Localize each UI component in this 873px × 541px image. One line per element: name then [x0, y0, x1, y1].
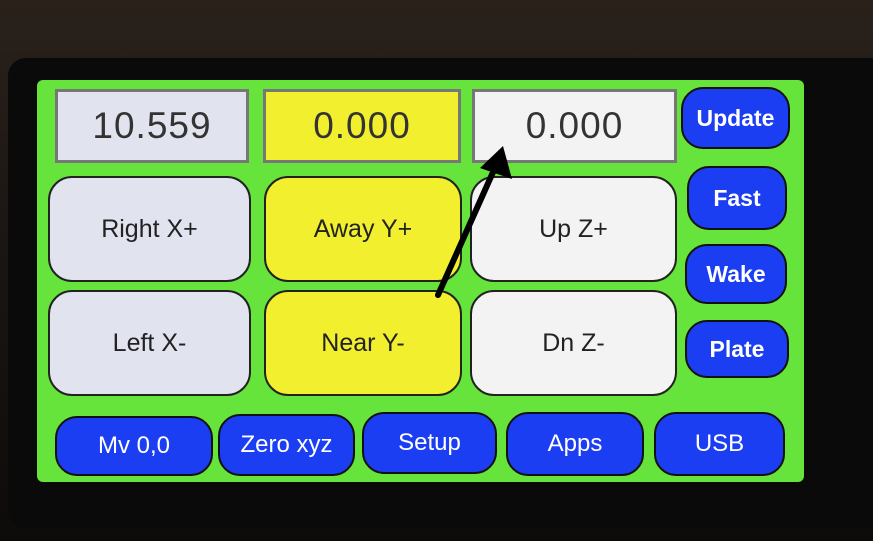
- jog-away-y-plus-button[interactable]: Away Y+: [264, 176, 462, 282]
- jog-up-z-plus-button[interactable]: Up Z+: [470, 176, 677, 282]
- jog-right-x-plus-button[interactable]: Right X+: [48, 176, 251, 282]
- jog-near-y-minus-button[interactable]: Near Y-: [264, 290, 462, 396]
- apps-button[interactable]: Apps: [506, 412, 644, 476]
- touch-screen: 10.559 0.000 0.000 Right X+ Away Y+ Up Z…: [37, 80, 804, 482]
- move-to-origin-button[interactable]: Mv 0,0: [55, 416, 213, 476]
- jog-left-x-minus-button[interactable]: Left X-: [48, 290, 251, 396]
- fast-button[interactable]: Fast: [687, 166, 787, 230]
- zero-xyz-button[interactable]: Zero xyz: [218, 414, 355, 476]
- wake-button[interactable]: Wake: [685, 244, 787, 304]
- update-button[interactable]: Update: [681, 87, 790, 149]
- setup-button[interactable]: Setup: [362, 412, 497, 474]
- usb-button[interactable]: USB: [654, 412, 785, 476]
- x-position-readout: 10.559: [55, 89, 249, 163]
- jog-dn-z-minus-button[interactable]: Dn Z-: [470, 290, 677, 396]
- y-position-readout: 0.000: [263, 89, 461, 163]
- plate-button[interactable]: Plate: [685, 320, 789, 378]
- z-position-readout: 0.000: [472, 89, 677, 163]
